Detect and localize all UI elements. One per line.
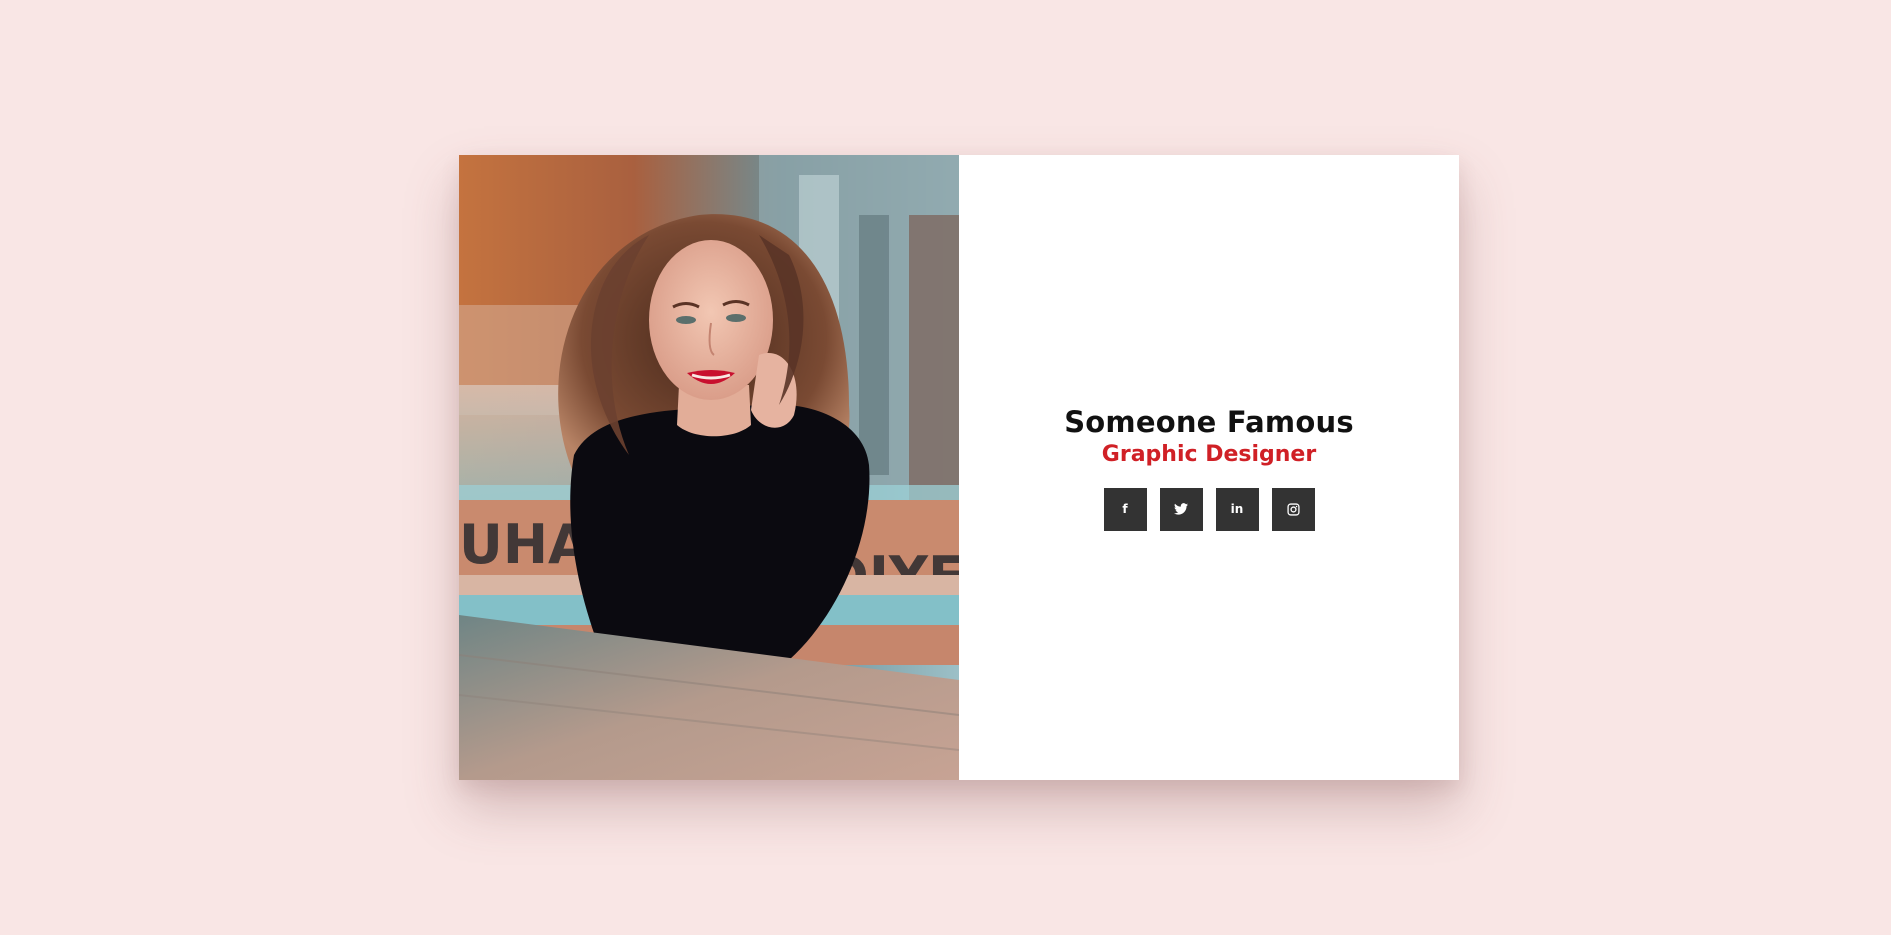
instagram-button[interactable] (1271, 487, 1315, 531)
profile-card: UHAN DIYE (459, 155, 1459, 780)
facebook-button[interactable]: f (1103, 487, 1147, 531)
profile-role: Graphic Designer (1101, 441, 1317, 467)
linkedin-button[interactable]: in (1215, 487, 1259, 531)
linkedin-icon: in (1230, 502, 1244, 516)
social-links: f in (1103, 487, 1315, 531)
portrait-illustration: UHAN DIYE (459, 155, 959, 780)
profile-photo: UHAN DIYE (459, 155, 959, 780)
profile-info-panel: Someone Famous Graphic Designer f in (959, 155, 1459, 780)
twitter-button[interactable] (1159, 487, 1203, 531)
facebook-icon: f (1122, 502, 1128, 516)
twitter-icon (1174, 503, 1188, 515)
profile-name: Someone Famous (1064, 404, 1354, 439)
instagram-icon (1286, 502, 1300, 516)
